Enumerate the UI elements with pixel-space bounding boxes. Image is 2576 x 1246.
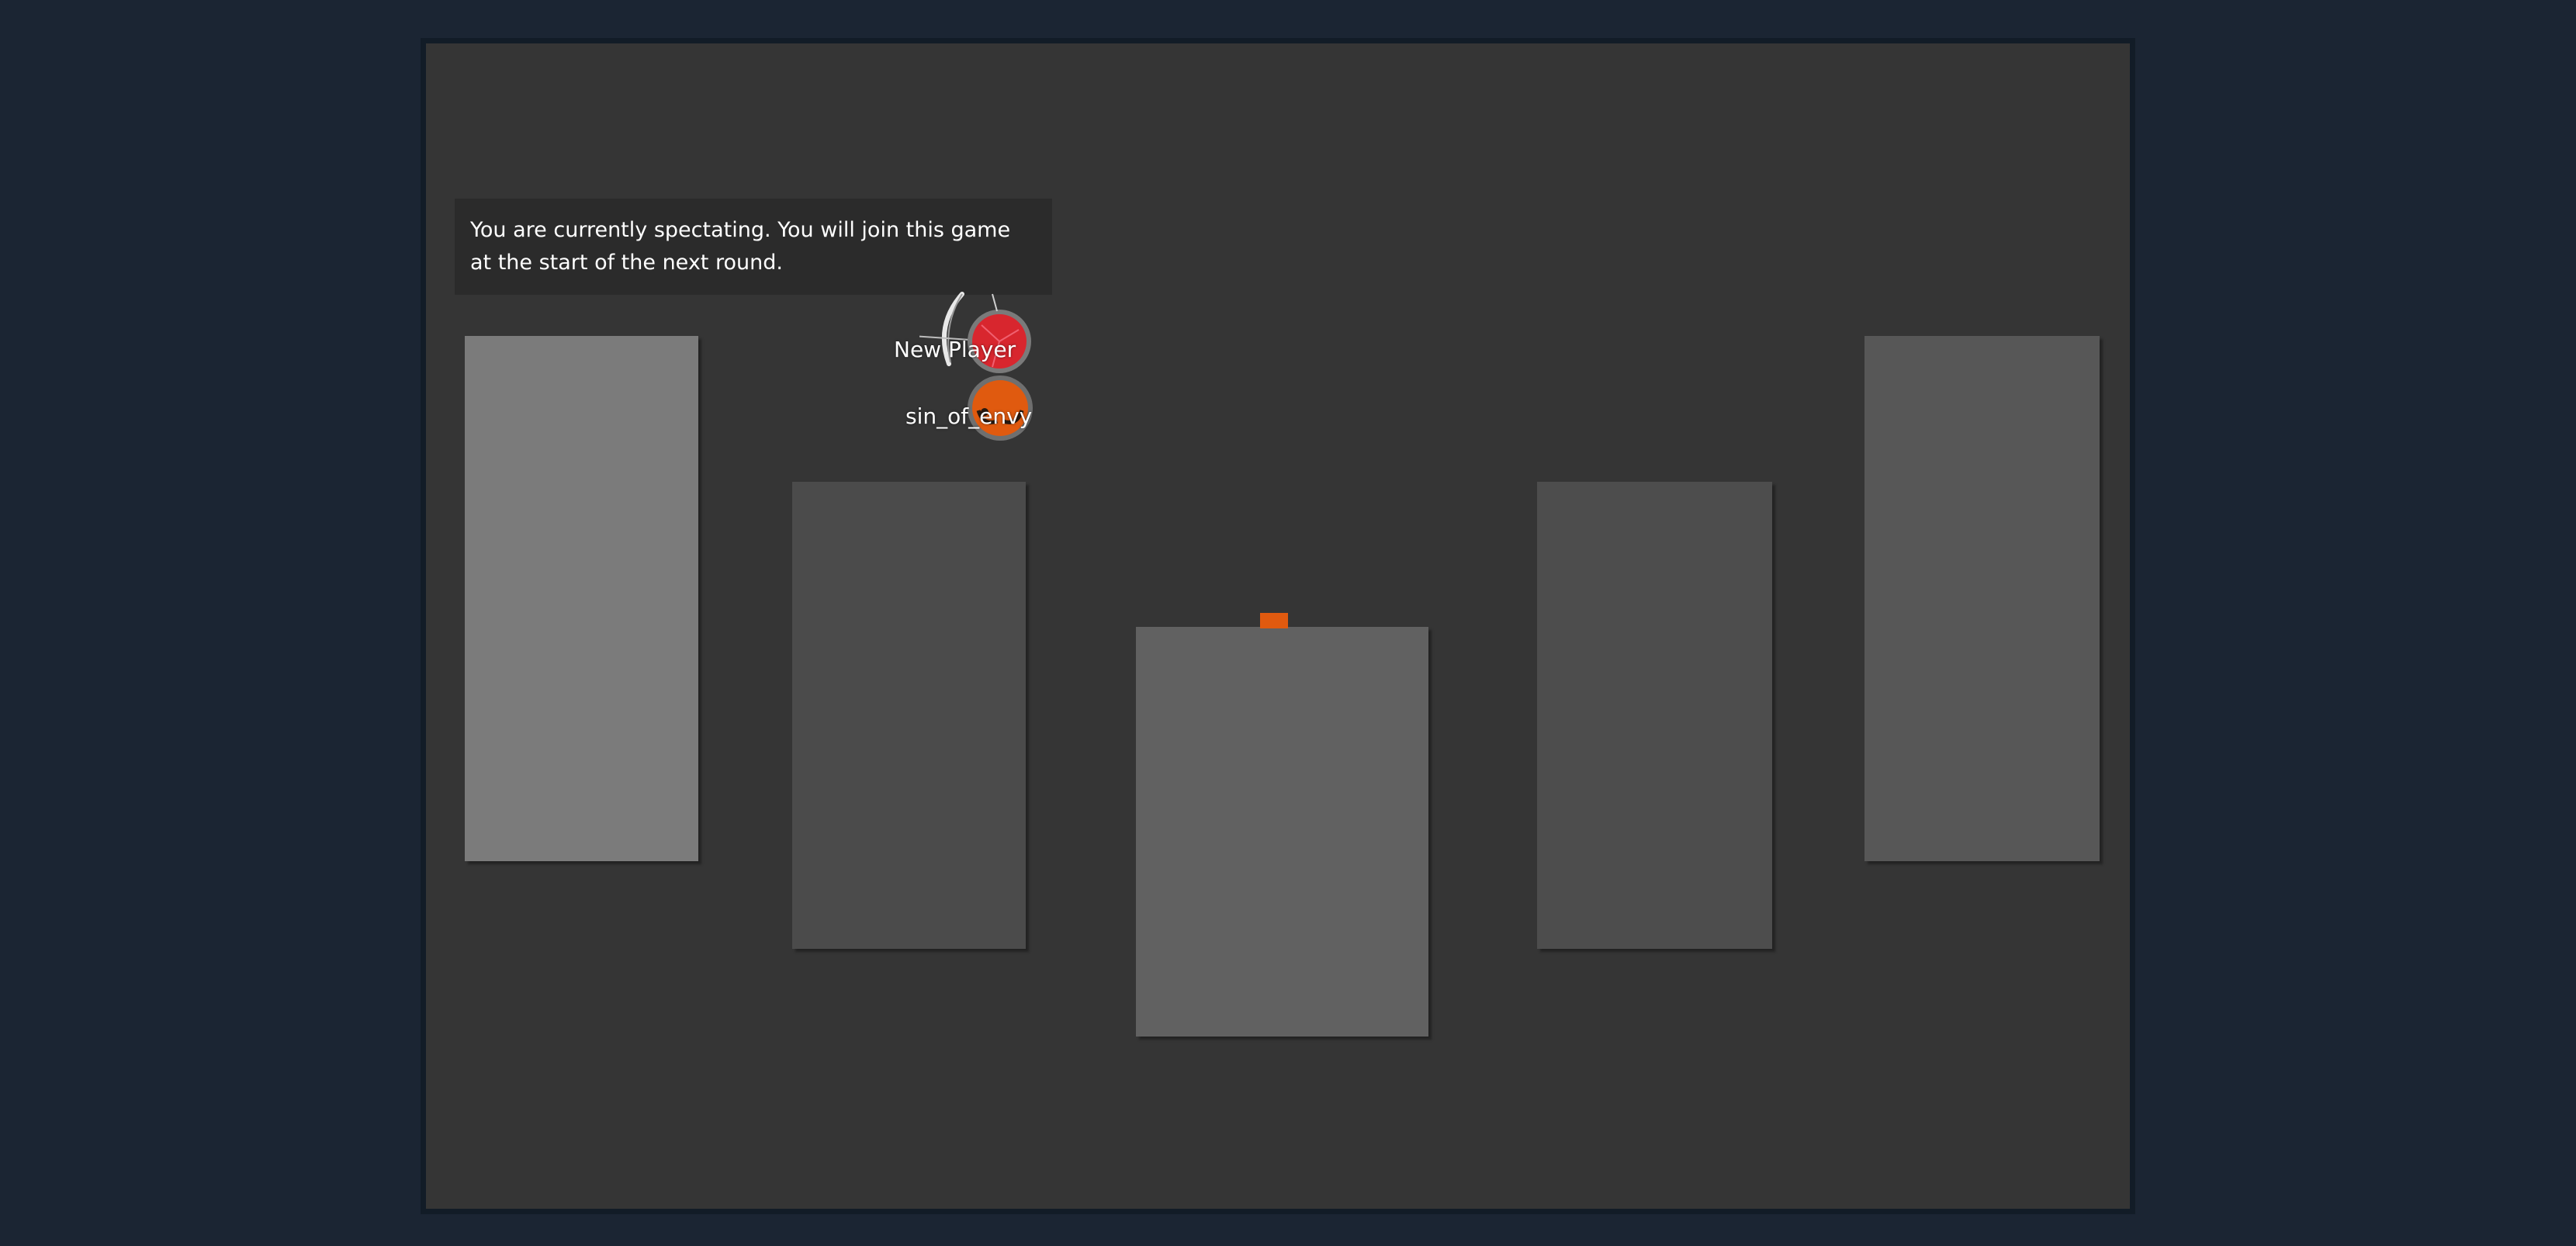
platform-right-tall: [1864, 336, 2100, 861]
platform-right-middle: [1537, 482, 1772, 949]
game-board[interactable]: You are currently spectating. You will j…: [421, 38, 2135, 1214]
player-name-label: sin_of_envy: [905, 403, 1033, 429]
spectating-notice-text: You are currently spectating. You will j…: [470, 218, 1011, 275]
flag-marker: [1260, 613, 1288, 628]
platform-center: [1136, 627, 1428, 1037]
platform-left-middle: [792, 482, 1026, 949]
platform-left-tall: [465, 336, 698, 861]
